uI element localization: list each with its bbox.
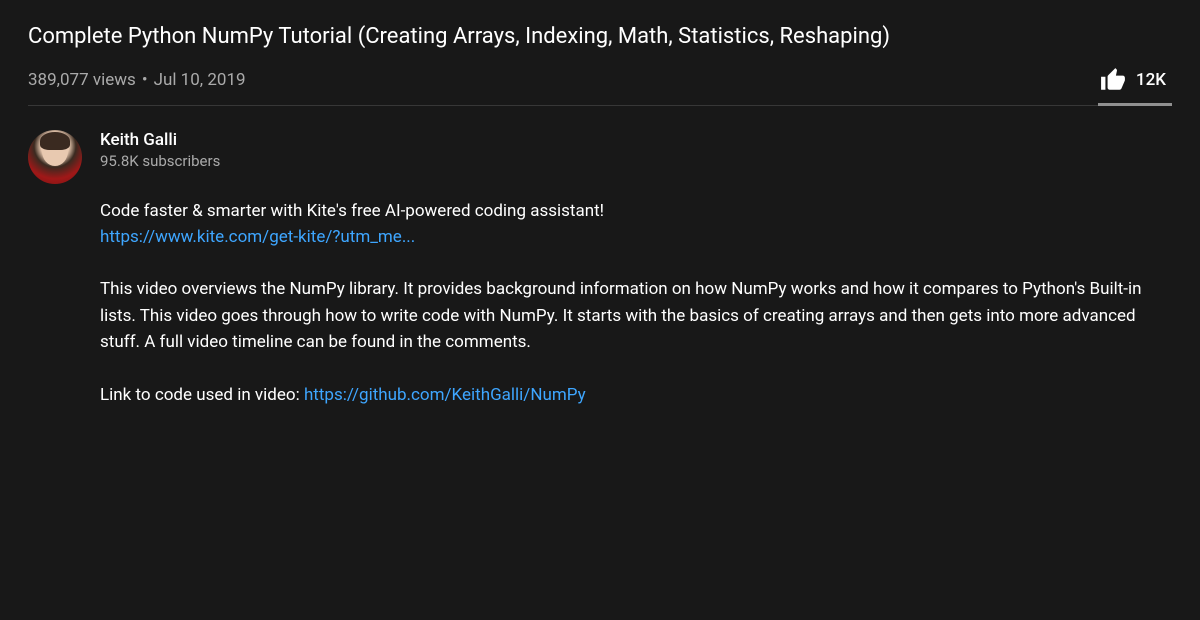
channel-name[interactable]: Keith Galli	[100, 130, 1172, 150]
code-link-label: Link to code used in video:	[100, 385, 304, 405]
channel-row: Keith Galli 95.8K subscribers Code faste…	[28, 130, 1172, 434]
video-description: Code faster & smarter with Kite's free A…	[100, 198, 1172, 408]
thumb-up-icon	[1100, 67, 1126, 93]
view-count: 389,077 views	[28, 70, 136, 90]
video-meta-row: 389,077 views • Jul 10, 2019 12K	[28, 67, 1172, 93]
promo-link[interactable]: https://www.kite.com/get-kite/?utm_me...	[100, 227, 415, 247]
meta-separator: •	[142, 70, 148, 90]
like-bar-accent	[1098, 103, 1172, 106]
video-title: Complete Python NumPy Tutorial (Creating…	[28, 22, 1172, 53]
video-meta-right: 12K	[1100, 67, 1172, 93]
subscriber-count: 95.8K subscribers	[100, 152, 1172, 170]
promo-text: Code faster & smarter with Kite's free A…	[100, 201, 604, 221]
channel-avatar[interactable]	[28, 130, 82, 184]
video-meta-left: 389,077 views • Jul 10, 2019	[28, 70, 246, 90]
channel-info: Keith Galli 95.8K subscribers Code faste…	[100, 130, 1172, 434]
divider	[28, 105, 1172, 106]
upload-date: Jul 10, 2019	[154, 70, 246, 90]
description-body: This video overviews the NumPy library. …	[100, 276, 1172, 355]
code-link[interactable]: https://github.com/KeithGalli/NumPy	[304, 385, 586, 405]
like-button[interactable]: 12K	[1100, 67, 1172, 93]
like-count: 12K	[1136, 70, 1166, 90]
